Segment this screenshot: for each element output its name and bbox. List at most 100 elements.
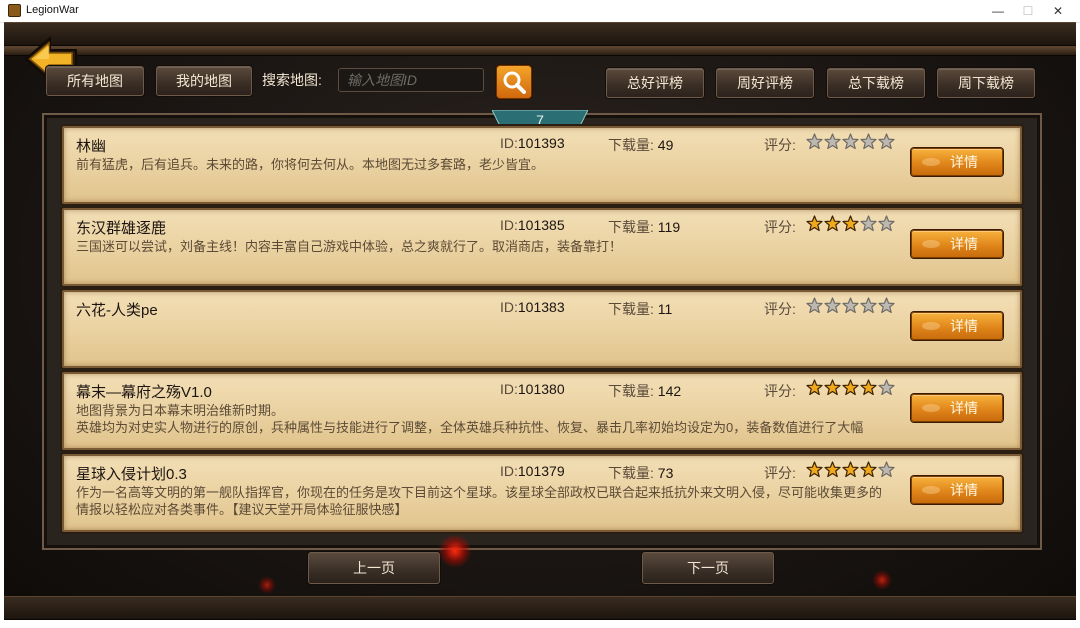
detail-button[interactable]: 详情	[911, 394, 1003, 422]
detail-button-label: 详情	[950, 154, 978, 170]
next-page-button[interactable]: 下一页	[642, 552, 774, 584]
detail-button[interactable]: 详情	[911, 476, 1003, 504]
star-empty-icon	[878, 133, 895, 150]
rating-label: 评分:	[764, 301, 796, 317]
id-label: ID:	[500, 135, 518, 151]
downloads-label: 下载量:	[608, 137, 654, 153]
rating-stars	[806, 461, 896, 479]
map-card: 星球入侵计划0.3 ID:101379 下载量: 73 评分: 作为一名高等文明的第一舰…	[62, 454, 1022, 532]
map-card: 东汉群雄逐鹿 ID:101385 下载量: 119 评分: 三国迷可以尝试，刘备主线！内…	[62, 208, 1022, 286]
rating-label: 评分:	[764, 383, 796, 399]
map-description: 前有猛虎，后有追兵。未来的路，你将何去何从。本地图无过多套路，老少皆宜。	[76, 156, 906, 173]
map-description-line: 三国迷可以尝试，刘备主线！内容丰富自己游戏中体验，总之爽就行了。取消商店，装备靠…	[76, 239, 623, 254]
search-button[interactable]	[496, 65, 532, 99]
ember-glow	[872, 570, 892, 590]
map-name: 星球入侵计划0.3	[76, 466, 187, 483]
downloads-label: 下载量:	[608, 301, 654, 317]
map-description-line: 地图背景为日本幕末明治维新时期。	[76, 403, 285, 418]
detail-button[interactable]: 详情	[911, 312, 1003, 340]
star-empty-icon	[824, 297, 841, 314]
star-filled-icon	[842, 379, 859, 396]
map-description: 作为一名高等文明的第一舰队指挥官，你现在的任务是攻下目前这个星球。该星球全部政权…	[76, 484, 906, 518]
star-filled-icon	[824, 379, 841, 396]
downloads-label: 下载量:	[608, 383, 654, 399]
maximize-button[interactable]: ☐	[1013, 0, 1043, 22]
star-filled-icon	[842, 215, 859, 232]
tab-total-rating[interactable]: 总好评榜	[606, 68, 704, 98]
map-id-value: 101380	[517, 381, 565, 397]
ember-glow	[258, 576, 276, 594]
star-filled-icon	[824, 215, 841, 232]
window-title: LegionWar	[26, 4, 79, 16]
map-description-line: 作为一名高等文明的第一舰队指挥官，你现在的任务是攻下目前这个星球。该星球全部政权…	[76, 485, 883, 500]
rating-label: 评分:	[764, 465, 796, 481]
all-maps-button[interactable]: 所有地图	[46, 66, 144, 96]
top-frame-trim	[4, 46, 1076, 56]
star-empty-icon	[860, 133, 877, 150]
map-id-value: 101385	[517, 217, 565, 233]
star-filled-icon	[860, 379, 877, 396]
map-card: 林幽 ID:101393 下载量: 49 评分: 前有猛虎，后有追兵。未来的路，你将何去…	[62, 126, 1022, 204]
button-shine	[922, 240, 940, 248]
button-shine	[922, 404, 940, 412]
map-downloads-value: 119	[657, 219, 681, 235]
detail-button-label: 详情	[950, 482, 978, 498]
map-id-search-input[interactable]	[338, 68, 484, 92]
detail-button-label: 详情	[950, 318, 978, 334]
close-button[interactable]: ✕	[1043, 0, 1073, 22]
rating-stars	[806, 215, 896, 233]
star-filled-icon	[860, 461, 877, 478]
detail-button[interactable]: 详情	[911, 230, 1003, 258]
tab-weekly-downloads[interactable]: 周下载榜	[937, 68, 1035, 98]
map-id: ID:101385	[500, 217, 565, 233]
star-filled-icon	[842, 461, 859, 478]
map-id-value: 101393	[517, 135, 565, 151]
map-id-value: 101379	[517, 463, 565, 479]
map-card: 幕末—幕府之殇V1.0 ID:101380 下载量: 142 评分: 地图背景为日本幕末…	[62, 372, 1022, 450]
downloads-label: 下载量:	[608, 465, 654, 481]
star-empty-icon	[878, 297, 895, 314]
top-frame-band	[4, 22, 1076, 46]
downloads-label: 下载量:	[608, 219, 654, 235]
button-shine	[922, 322, 940, 330]
star-empty-icon	[842, 297, 859, 314]
rating-stars	[806, 297, 896, 315]
map-id-value: 101383	[517, 299, 565, 315]
rating-stars	[806, 379, 896, 397]
rating-stars	[806, 133, 896, 151]
map-description-line: 情报以轻松应对各类事件。【建议天堂开局体验征服快感】	[76, 502, 408, 517]
my-maps-button[interactable]: 我的地图	[156, 66, 252, 96]
map-downloads-value: 142	[657, 383, 682, 399]
map-downloads: 下载量: 11	[608, 299, 672, 319]
button-shine	[922, 158, 940, 166]
star-empty-icon	[860, 215, 877, 232]
map-name: 六花-人类pe	[76, 302, 158, 319]
map-card: 六花-人类pe ID:101383 下载量: 11 评分: 详情	[62, 290, 1022, 368]
tab-total-downloads[interactable]: 总下载榜	[827, 68, 925, 98]
map-id: ID:101379	[500, 463, 565, 479]
id-label: ID:	[500, 217, 518, 233]
star-empty-icon	[878, 215, 895, 232]
search-label: 搜索地图:	[262, 72, 322, 88]
star-empty-icon	[824, 133, 841, 150]
map-downloads: 下载量: 142	[608, 381, 681, 401]
detail-button[interactable]: 详情	[911, 148, 1003, 176]
minimize-button[interactable]: —	[983, 0, 1013, 22]
star-filled-icon	[806, 215, 823, 232]
map-id: ID:101380	[500, 381, 565, 397]
button-shine	[922, 486, 940, 494]
map-name: 东汉群雄逐鹿	[76, 220, 167, 237]
tab-weekly-rating[interactable]: 周好评榜	[716, 68, 814, 98]
prev-page-button[interactable]: 上一页	[308, 552, 440, 584]
map-downloads: 下载量: 49	[608, 135, 673, 155]
star-empty-icon	[842, 133, 859, 150]
star-empty-icon	[860, 297, 877, 314]
star-empty-icon	[806, 133, 823, 150]
window-titlebar: LegionWar — ☐ ✕	[0, 0, 1080, 23]
map-downloads-value: 49	[657, 137, 674, 153]
map-name: 林幽	[76, 138, 107, 155]
star-filled-icon	[824, 461, 841, 478]
map-downloads-value: 11	[657, 301, 673, 317]
rating-label: 评分:	[764, 219, 796, 235]
map-description: 三国迷可以尝试，刘备主线！内容丰富自己游戏中体验，总之爽就行了。取消商店，装备靠…	[76, 238, 906, 255]
